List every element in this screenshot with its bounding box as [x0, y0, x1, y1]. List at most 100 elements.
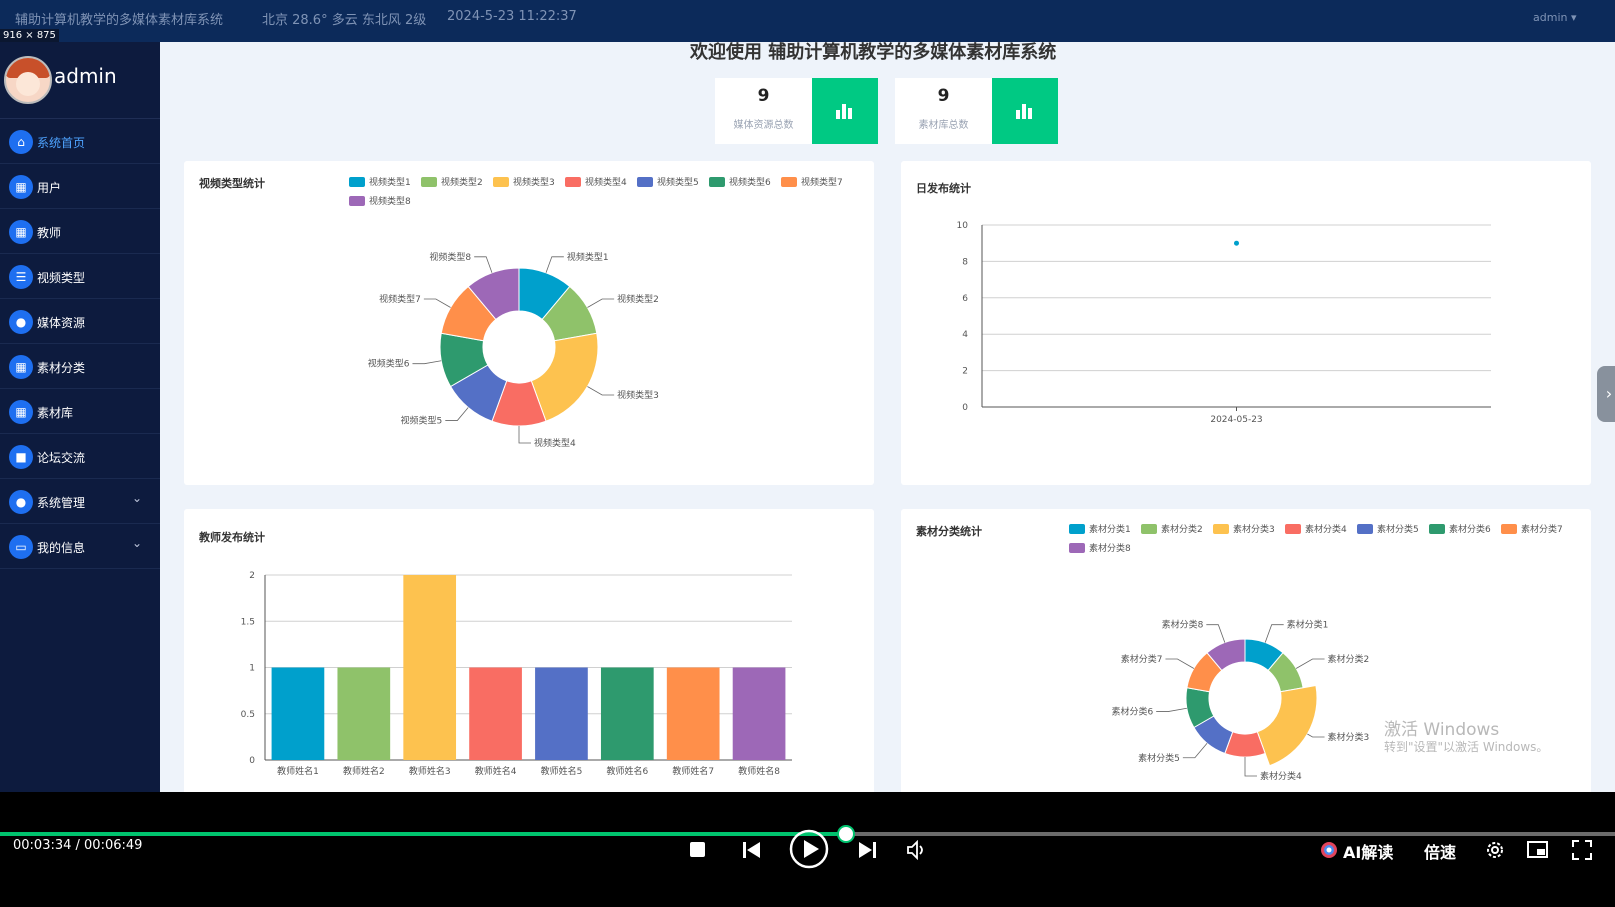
- stop-icon[interactable]: [690, 842, 705, 857]
- pie-leader-line: [1206, 624, 1226, 643]
- bar: [337, 667, 391, 760]
- video-player-bar: 00:03:34 / 00:06:49 AI解读 倍速: [0, 792, 1615, 907]
- pie-leader-line: [474, 256, 493, 273]
- legend-swatch: [493, 177, 509, 187]
- y-tick-label: 0: [962, 403, 968, 413]
- pie-label: 素材分类3: [1328, 731, 1370, 743]
- legend-swatch: [565, 177, 581, 187]
- bar-chart-icon[interactable]: [812, 78, 878, 144]
- pie-label: 素材分类5: [1138, 752, 1180, 764]
- y-tick-label: 6: [962, 294, 968, 304]
- pie-leader-line: [587, 386, 615, 396]
- list-icon: ☰: [9, 265, 33, 289]
- pie-leader-line: [1295, 658, 1325, 669]
- pie-label: 视频类型8: [429, 251, 471, 263]
- x-tick-label: 教师姓名3: [409, 765, 451, 777]
- pie-leader-line: [1182, 742, 1208, 759]
- y-tick-label: 2: [962, 367, 968, 377]
- ai-interpret-button[interactable]: AI解读: [1343, 839, 1393, 863]
- sidebar-menu: ⌂ 系统首页 ▦ 用户 ▦ 教师 ☰ 视频类型 ● 媒体资源 ▦ 素材分类 ▦ 素材库 ■ 论坛交流 ● 系统管理…: [0, 119, 160, 569]
- daily-publish-panel: 日发布统计 0 2 4 6 8 10 2024-05-23: [901, 161, 1591, 485]
- sidebar-item-4[interactable]: ☰ 视频类型: [0, 254, 160, 299]
- legend-swatch: [1069, 543, 1085, 553]
- sidebar-item-label: 我的信息: [37, 541, 86, 555]
- sidebar-item-label: 系统管理: [37, 496, 86, 510]
- bar-chart-icon[interactable]: [992, 78, 1058, 144]
- settings-icon[interactable]: [1484, 839, 1506, 861]
- sidebar-item-10[interactable]: ▭ 我的信息 ⌄: [0, 524, 160, 569]
- windows-watermark-title: 激活 Windows: [1384, 720, 1500, 740]
- top-bar: 辅助计算机教学的多媒体素材库系统 北京 28.6° 多云 东北风 2级 2024…: [0, 0, 1615, 42]
- legend-swatch: [1069, 524, 1085, 534]
- bar: [600, 667, 654, 760]
- sidebar-item-7[interactable]: ▦ 素材库: [0, 389, 160, 434]
- person-icon: ●: [9, 310, 33, 334]
- legend-label: 素材分类2: [1161, 523, 1203, 535]
- time-display: 00:03:34 / 00:06:49: [13, 838, 143, 853]
- avatar[interactable]: [4, 56, 52, 104]
- pie-leader-line: [545, 256, 564, 273]
- bar: [403, 575, 457, 760]
- progress-handle[interactable]: [837, 825, 856, 843]
- y-tick-label: 1.5: [241, 617, 255, 627]
- sidebar-item-6[interactable]: ▦ 素材分类: [0, 344, 160, 389]
- sidebar-item-5[interactable]: ● 媒体资源: [0, 299, 160, 344]
- chevron-down-icon: ⌄: [131, 536, 142, 550]
- pie-leader-line: [1165, 658, 1195, 669]
- data-point: [1234, 240, 1239, 246]
- legend-swatch: [1357, 524, 1373, 534]
- y-tick-label: 10: [957, 221, 969, 231]
- legend-swatch: [421, 177, 437, 187]
- grid-icon: ▦: [9, 400, 33, 424]
- home-icon: ⌂: [9, 130, 33, 154]
- sidebar-item-label: 教师: [37, 226, 62, 240]
- sidebar-item-3[interactable]: ▦ 教师: [0, 209, 160, 254]
- sidebar-item-2[interactable]: ▦ 用户: [0, 164, 160, 209]
- legend-swatch: [781, 177, 797, 187]
- speed-button[interactable]: 倍速: [1424, 839, 1456, 863]
- bulb-icon: ●: [9, 490, 33, 514]
- pie-label: 视频类型7: [379, 293, 421, 305]
- legend-label: 素材分类7: [1521, 523, 1563, 535]
- pie-label: 视频类型4: [534, 437, 576, 449]
- bar: [666, 667, 720, 760]
- side-expand-tab[interactable]: ›: [1597, 366, 1615, 422]
- legend-label: 视频类型2: [441, 176, 483, 188]
- pie-label: 素材分类4: [1260, 770, 1302, 782]
- sidebar-item-8[interactable]: ■ 论坛交流: [0, 434, 160, 479]
- video-type-chart: 视频类型1 视频类型2 视频类型3 视频类型4 视频类型5 视频类型6 视频类型7 视频类型8…: [349, 176, 843, 449]
- x-tick-label: 2024-05-23: [1210, 415, 1262, 425]
- main-content: 欢迎使用 辅助计算机教学的多媒体素材库系统 9 媒体资源总数 9 素材库总数 视…: [160, 42, 1615, 792]
- sidebar-item-1[interactable]: ⌂ 系统首页: [0, 119, 160, 164]
- pie-leader-line: [412, 360, 442, 365]
- next-icon[interactable]: [857, 840, 877, 860]
- legend-swatch: [1285, 524, 1301, 534]
- sidebar-item-9[interactable]: ● 系统管理 ⌄: [0, 479, 160, 524]
- grid-icon: ▦: [9, 175, 33, 199]
- ai-logo-icon: [1321, 842, 1337, 858]
- progress-fill: [0, 832, 847, 836]
- volume-icon[interactable]: [906, 840, 928, 860]
- sidebar-item-label: 用户: [37, 181, 62, 195]
- legend-label: 视频类型4: [585, 176, 627, 188]
- fullscreen-icon[interactable]: [1572, 840, 1592, 860]
- sidebar-item-label: 媒体资源: [37, 316, 86, 330]
- pie-leader-line: [1307, 733, 1325, 738]
- x-tick-label: 教师姓名2: [343, 765, 385, 777]
- legend-swatch: [349, 196, 365, 206]
- card-icon: ▭: [9, 535, 33, 559]
- prev-icon[interactable]: [742, 840, 762, 860]
- play-icon[interactable]: [788, 828, 830, 870]
- picture-in-picture-icon[interactable]: [1527, 840, 1549, 860]
- datetime-text: 2024-5-23 11:22:37: [447, 9, 577, 24]
- user-panel: admin: [0, 42, 160, 119]
- user-menu[interactable]: admin ▾: [1533, 11, 1576, 24]
- grid-icon: ▦: [9, 220, 33, 244]
- dimension-label: 916 × 875: [0, 29, 59, 43]
- y-tick-label: 0: [249, 756, 255, 766]
- pie-label: 视频类型6: [368, 358, 410, 370]
- legend-label: 素材分类1: [1089, 523, 1131, 535]
- x-tick-label: 教师姓名6: [606, 765, 648, 777]
- y-tick-label: 2: [249, 571, 255, 581]
- legend-swatch: [1141, 524, 1157, 534]
